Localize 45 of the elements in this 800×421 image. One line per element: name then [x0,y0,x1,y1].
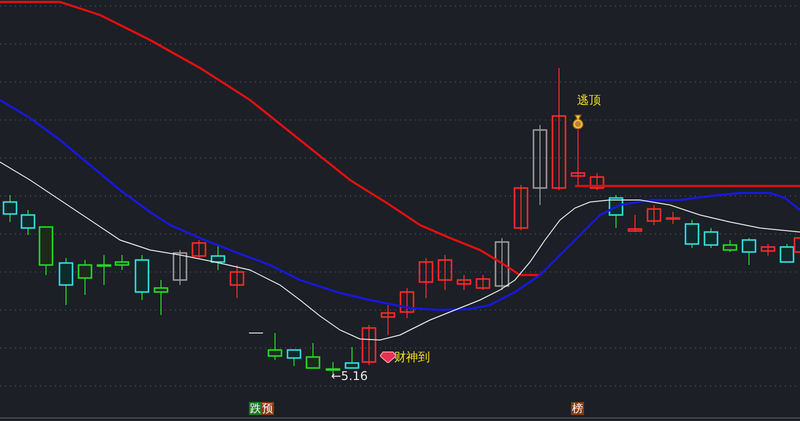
candlestick [38,226,54,276]
candlestick [514,184,528,230]
candlestick [58,258,74,306]
candlestick [114,254,130,270]
price-marker-line [248,332,264,334]
candlestick [628,214,642,232]
candlestick [96,254,112,286]
candlestick [230,264,244,298]
candlestick [362,324,376,366]
candlestick [20,210,36,236]
signal-label: 财神到 [394,350,430,364]
gem-icon [380,351,396,363]
signal-label: 逃顶 [577,93,601,107]
candlestick [494,238,510,290]
candlestick [418,258,434,298]
candlestick [476,274,490,290]
signal-badge: 预 [261,402,274,415]
candlestick [742,238,756,266]
candlestick [286,349,302,366]
signal-badge: 榜 [571,402,584,415]
candlestick [268,332,282,360]
money-bag-icon [571,114,585,130]
candlestick [646,204,662,226]
candlestick [210,244,226,270]
candlestick [722,240,738,252]
candlestick [590,172,604,190]
candlestick [666,212,680,224]
candlestick [456,274,472,290]
candlestick [380,304,396,336]
candlestick [704,228,718,248]
candlestick [344,346,360,369]
candlestick [438,254,452,290]
candlestick [78,260,92,296]
candlestick [2,194,18,222]
signal-badge: 跌 [249,402,262,415]
candlestick [306,342,320,369]
candlestick [134,254,150,300]
candlestick [154,280,168,316]
price-label: ←5.16 [331,369,368,383]
candlestick [570,130,586,186]
candlestick [608,194,624,228]
candlestick [400,288,414,318]
candlestick [192,240,206,258]
candlestick [172,250,188,286]
candlestick [760,244,776,256]
